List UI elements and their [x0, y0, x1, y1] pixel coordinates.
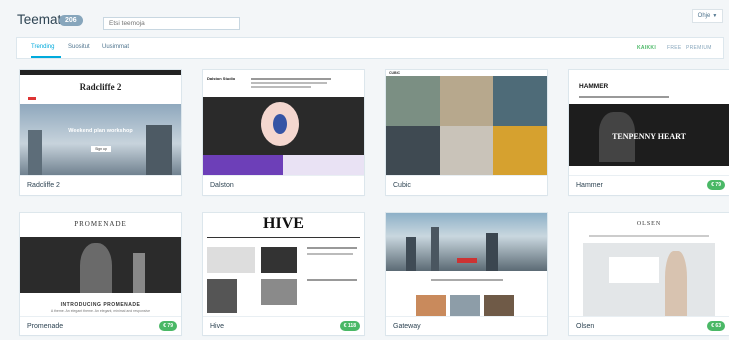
screenshot-hero-text: INTRODUCING PROMENADE: [60, 302, 141, 308]
tab-newest[interactable]: Uusimmat: [102, 44, 129, 50]
price-badge: € 79: [707, 180, 725, 190]
theme-screenshot[interactable]: [386, 213, 547, 317]
screenshot-heading: HAMMER: [579, 83, 609, 90]
theme-screenshot[interactable]: OLSEN: [569, 213, 729, 317]
screenshot-hero-text: Weekend plan workshop: [68, 128, 133, 134]
theme-screenshot[interactable]: HAMMER TENPENNY HEART: [569, 70, 729, 176]
theme-filter-bar: Trending Suositut Uusimmat KAIKKI FREE P…: [17, 38, 723, 58]
tab-trending[interactable]: Trending: [31, 44, 54, 50]
theme-screenshot[interactable]: Radcliffe 2 Weekend plan workshop Sign u…: [20, 70, 181, 176]
theme-screenshot[interactable]: Dalston Studio: [203, 70, 364, 176]
price-badge: € 118: [339, 321, 360, 331]
theme-card-radcliffe[interactable]: Radcliffe 2 Weekend plan workshop Sign u…: [20, 70, 181, 195]
theme-count-badge: 206: [59, 15, 83, 26]
theme-card-gateway[interactable]: Gateway: [386, 213, 547, 335]
screenshot-heading: HIVE: [263, 215, 304, 232]
search-input[interactable]: [103, 17, 240, 30]
theme-name: Dalston: [210, 182, 234, 189]
screenshot-heading: Radcliffe 2: [79, 82, 122, 92]
help-button[interactable]: Ohje ▼: [692, 9, 723, 23]
filter-all[interactable]: KAIKKI: [637, 45, 656, 51]
theme-screenshot[interactable]: PROMENADE INTRODUCING PROMENADE A theme.…: [20, 213, 181, 317]
screenshot-heading: OLSEN: [636, 221, 662, 227]
filter-free[interactable]: FREE: [667, 45, 682, 51]
theme-name: Promenade: [27, 323, 64, 330]
theme-name: Hammer: [576, 182, 603, 189]
screenshot-tagline: A theme. An elegant theme. An elegant, m…: [50, 309, 151, 313]
page-title: Teemat: [17, 12, 62, 27]
screenshot-button: Sign up: [91, 146, 111, 152]
screenshot-heading: Dalston Studio: [207, 76, 236, 81]
price-badge: € 63: [707, 321, 725, 331]
screenshot-hero-text: TENPENNY HEART: [612, 132, 686, 141]
theme-card-olsen[interactable]: OLSEN Olsen € 63: [569, 213, 729, 335]
screenshot-heading: CUBIC: [389, 71, 401, 75]
help-label: Ohje: [697, 13, 711, 19]
theme-screenshot[interactable]: CUBIC: [386, 70, 547, 176]
price-badge: € 79: [159, 321, 177, 331]
theme-name: Cubic: [393, 182, 411, 189]
theme-card-cubic[interactable]: CUBIC Cubic: [386, 70, 547, 195]
theme-card-promenade[interactable]: PROMENADE INTRODUCING PROMENADE A theme.…: [20, 213, 181, 335]
tab-popular[interactable]: Suositut: [68, 44, 90, 50]
screenshot-heading: PROMENADE: [74, 220, 127, 228]
theme-name: Olsen: [576, 323, 595, 330]
page-header: Teemat 206 Ohje ▼: [0, 0, 729, 36]
theme-name: Hive: [210, 323, 225, 330]
chevron-down-icon: ▼: [712, 13, 718, 19]
theme-screenshot[interactable]: HIVE: [203, 213, 364, 317]
theme-name: Radcliffe 2: [27, 182, 60, 189]
theme-card-hammer[interactable]: HAMMER TENPENNY HEART Hammer € 79: [569, 70, 729, 195]
active-tab-indicator: [31, 56, 61, 58]
filter-premium[interactable]: PREMIUM: [686, 45, 712, 51]
theme-card-dalston[interactable]: Dalston Studio Dalston: [203, 70, 364, 195]
theme-name: Gateway: [393, 323, 421, 330]
theme-card-hive[interactable]: HIVE Hive € 118: [203, 213, 364, 335]
